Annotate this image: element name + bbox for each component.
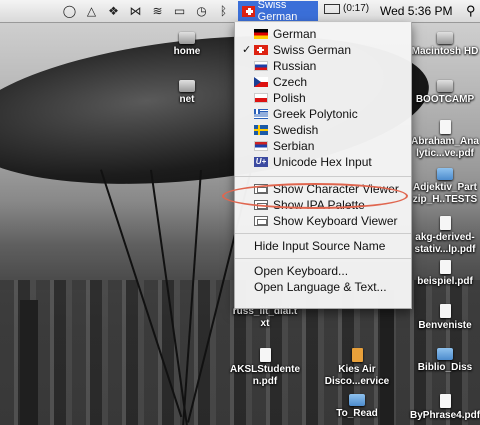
- menu-item-show-keyboard-viewer[interactable]: Show Keyboard Viewer: [235, 213, 411, 229]
- desktop-icon[interactable]: beispiel.pdf: [410, 260, 480, 288]
- document-icon: [259, 348, 271, 362]
- keyboard-viewer-icon: [254, 216, 268, 226]
- document-icon: [439, 260, 451, 274]
- disk-icon: [179, 32, 195, 44]
- desktop-icon[interactable]: AKSLStudente n.pdf: [230, 348, 300, 388]
- serbian-flag-icon: [254, 141, 268, 151]
- czech-flag-icon: [254, 77, 268, 87]
- menu-separator: [235, 258, 411, 259]
- desktop-icon[interactable]: Macintosh HD: [410, 32, 480, 58]
- document-icon: [439, 216, 451, 230]
- desktop-icon[interactable]: Biblio_Diss: [410, 348, 480, 374]
- polish-flag-icon: [254, 93, 268, 103]
- display-icon[interactable]: ▭: [172, 4, 187, 18]
- checkmark-icon: ✓: [242, 44, 252, 56]
- desktop-icon[interactable]: Abraham_Ana lytic...ve.pdf: [410, 120, 480, 160]
- disk-icon: [437, 32, 453, 44]
- desktop-icon[interactable]: BOOTCAMP: [410, 80, 480, 106]
- menu-item-german[interactable]: German: [235, 26, 411, 42]
- tower-shape: [20, 300, 38, 425]
- desktop-icon[interactable]: home: [152, 32, 222, 58]
- character-viewer-icon: [254, 184, 268, 194]
- unicode-input-icon: U+: [254, 157, 268, 167]
- menu-item-swedish[interactable]: Swedish: [235, 122, 411, 138]
- input-source-label: Swiss German: [257, 0, 298, 23]
- menu-item-show-ipa-palette[interactable]: Show IPA Palette: [235, 197, 411, 213]
- menu-separator: [235, 233, 411, 234]
- folder-icon: [437, 348, 453, 360]
- desktop-icon[interactable]: ByPhrase4.pdf: [410, 394, 480, 422]
- ipa-palette-icon: [254, 200, 268, 210]
- german-flag-icon: [254, 29, 268, 39]
- menubar-clock[interactable]: Wed 5:36 PM: [380, 4, 452, 18]
- document-icon: [439, 394, 451, 408]
- desktop-icon[interactable]: Adjektiv_Part zip_H..TESTS: [410, 168, 480, 206]
- greek-flag-icon: [254, 109, 268, 119]
- desktop-icon[interactable]: net: [152, 80, 222, 106]
- dropbox-icon[interactable]: ❖: [106, 4, 121, 18]
- menu-item-open-language-text[interactable]: Open Language & Text...: [235, 279, 411, 295]
- bluetooth-icon[interactable]: ᛒ: [216, 4, 231, 18]
- menu-item-open-keyboard[interactable]: Open Keyboard...: [235, 263, 411, 279]
- time-machine-icon[interactable]: ◷: [194, 4, 209, 18]
- swiss-flag-icon: [254, 45, 268, 55]
- google-drive-icon[interactable]: △: [84, 4, 99, 18]
- folder-icon: [349, 394, 365, 406]
- menu-item-swiss-german[interactable]: ✓ Swiss German: [235, 42, 411, 58]
- swedish-flag-icon: [254, 125, 268, 135]
- disk-icon: [437, 80, 453, 92]
- search-icon[interactable]: ⚲: [466, 3, 476, 19]
- menu-item-greek-polytonic[interactable]: Greek Polytonic: [235, 106, 411, 122]
- desktop-icon[interactable]: Kies Air Disco...ervice: [322, 348, 392, 388]
- menu-item-serbian[interactable]: Serbian: [235, 138, 411, 154]
- desktop-icon[interactable]: russ_lit_dial.t xt: [230, 306, 300, 330]
- document-icon: [439, 120, 451, 134]
- desktop-icon[interactable]: To_Read: [322, 394, 392, 420]
- input-source-menu-extra[interactable]: Swiss German: [238, 0, 318, 23]
- swiss-flag-icon: [242, 5, 255, 17]
- folder-icon: [437, 168, 453, 180]
- menu-item-russian[interactable]: Russian: [235, 58, 411, 74]
- antenna-icon[interactable]: ⋈: [128, 4, 143, 18]
- desktop-icon[interactable]: Benveniste: [410, 304, 480, 332]
- menu-item-polish[interactable]: Polish: [235, 90, 411, 106]
- document-icon: [439, 304, 451, 318]
- menu-item-czech[interactable]: Czech: [235, 74, 411, 90]
- input-menu-dropdown: German ✓ Swiss German Russian Czech Polis…: [234, 22, 412, 309]
- disk-icon: [179, 80, 195, 92]
- menu-item-show-character-viewer[interactable]: Show Character Viewer: [235, 181, 411, 197]
- creative-cloud-icon[interactable]: ◯: [62, 4, 77, 18]
- russian-flag-icon: [254, 61, 268, 71]
- battery-status[interactable]: (0:17): [324, 3, 369, 14]
- menu-item-unicode-hex[interactable]: U+ Unicode Hex Input: [235, 154, 411, 170]
- desktop-icon[interactable]: akg-derived- stativ...lp.pdf: [410, 216, 480, 256]
- menu-item-hide-input-source-name[interactable]: Hide Input Source Name: [235, 238, 411, 254]
- document-icon: [351, 348, 363, 362]
- wifi-icon[interactable]: ≋: [150, 4, 165, 18]
- battery-icon: [324, 3, 340, 14]
- menu-separator: [235, 176, 411, 177]
